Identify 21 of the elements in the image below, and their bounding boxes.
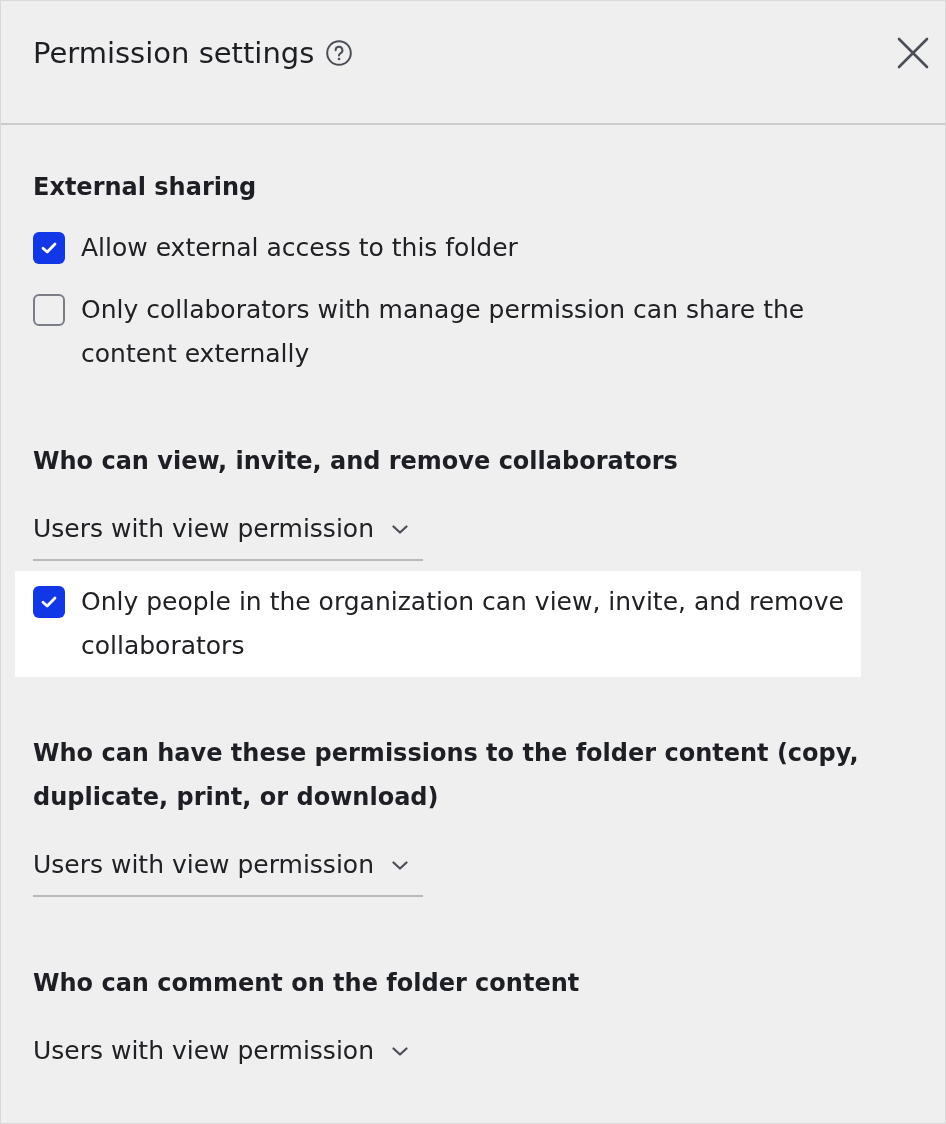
chevron-down-icon: [392, 524, 408, 534]
section-heading: External sharing: [33, 172, 258, 203]
checkbox-label: Allow external access to this folder: [81, 232, 519, 264]
close-icon: [897, 37, 929, 69]
checkbox[interactable]: [33, 232, 65, 264]
dialog-title: Permission settings: [33, 35, 315, 72]
dropdown[interactable]: Users with view permission: [33, 843, 423, 897]
checkbox-label: Only people in the organization can view, invite, and remove collaborators: [81, 586, 845, 662]
checkbox[interactable]: [33, 294, 65, 326]
check-icon: [41, 242, 57, 254]
check-icon: [41, 596, 57, 608]
chevron-down-icon: [392, 1046, 408, 1056]
checkbox-label: Only collaborators with manage permission can share the content externally: [81, 294, 806, 370]
dropdown[interactable]: Users with view permission: [33, 1029, 423, 1083]
dropdown[interactable]: Users with view permission: [33, 507, 423, 561]
section-heading: Who can view, invite, and remove collaborators: [33, 446, 679, 477]
checkbox[interactable]: [33, 586, 65, 618]
section-heading: Who can have these permissions to the folder content (copy, duplicate, print, or download): [33, 738, 860, 813]
chevron-down-icon: [392, 860, 408, 870]
section-heading: Who can comment on the folder content: [33, 968, 581, 999]
help-icon[interactable]: [326, 40, 353, 66]
